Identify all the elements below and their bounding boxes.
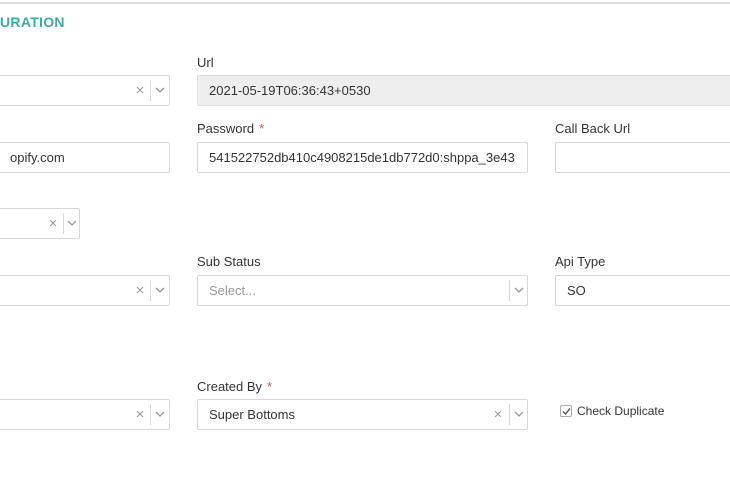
clear-icon[interactable]: × <box>45 209 61 238</box>
left-select-row5[interactable]: × <box>0 399 170 430</box>
clear-icon[interactable]: × <box>132 400 148 429</box>
created-by-value: Super Bottoms <box>209 407 295 422</box>
clear-icon[interactable]: × <box>132 76 148 105</box>
shop-domain-field[interactable]: opify.com <box>0 142 170 173</box>
chevron-down-icon[interactable] <box>151 76 169 105</box>
password-label-text: Password <box>197 121 255 136</box>
small-select[interactable]: × <box>0 208 80 239</box>
created-by-label-text: Created By <box>197 379 263 394</box>
chevron-down-icon[interactable] <box>510 276 527 305</box>
required-asterisk: * <box>259 121 265 136</box>
api-type-field[interactable]: SO <box>555 275 730 306</box>
created-by-select[interactable]: Super Bottoms × <box>197 399 528 430</box>
chevron-down-icon[interactable] <box>151 400 169 429</box>
top-divider <box>0 2 730 4</box>
check-duplicate-label[interactable]: Check Duplicate <box>577 404 664 418</box>
sub-status-placeholder: Select... <box>209 283 256 298</box>
left-select-row1[interactable]: × <box>0 75 170 106</box>
url-value: 2021-05-19T06:36:43+0530 <box>209 83 371 98</box>
created-by-label: Created By * <box>197 379 272 394</box>
clear-icon[interactable]: × <box>490 400 506 429</box>
chevron-down-icon[interactable] <box>63 209 79 238</box>
shop-domain-value: opify.com <box>10 150 65 165</box>
url-label: Url <box>197 55 214 70</box>
password-label: Password * <box>197 121 264 136</box>
section-title: URATION <box>0 14 65 30</box>
callback-url-label: Call Back Url <box>555 121 631 136</box>
url-field: 2021-05-19T06:36:43+0530 <box>197 75 730 106</box>
checkmark-icon <box>562 408 571 416</box>
sub-status-label: Sub Status <box>197 254 261 269</box>
clear-icon[interactable]: × <box>132 276 148 305</box>
chevron-down-icon[interactable] <box>151 276 169 305</box>
left-select-row4[interactable]: × <box>0 275 170 306</box>
password-value: 541522752db410c4908215de1db772d0:shppa_3… <box>209 150 515 165</box>
chevron-down-icon[interactable] <box>510 400 527 429</box>
callback-url-field[interactable] <box>555 142 730 173</box>
password-field[interactable]: 541522752db410c4908215de1db772d0:shppa_3… <box>197 142 528 173</box>
sub-status-select[interactable]: Select... <box>197 275 528 306</box>
required-asterisk: * <box>267 379 273 394</box>
api-type-value: SO <box>567 283 586 298</box>
api-type-label: Api Type <box>555 254 606 269</box>
check-duplicate-checkbox[interactable] <box>560 405 572 417</box>
